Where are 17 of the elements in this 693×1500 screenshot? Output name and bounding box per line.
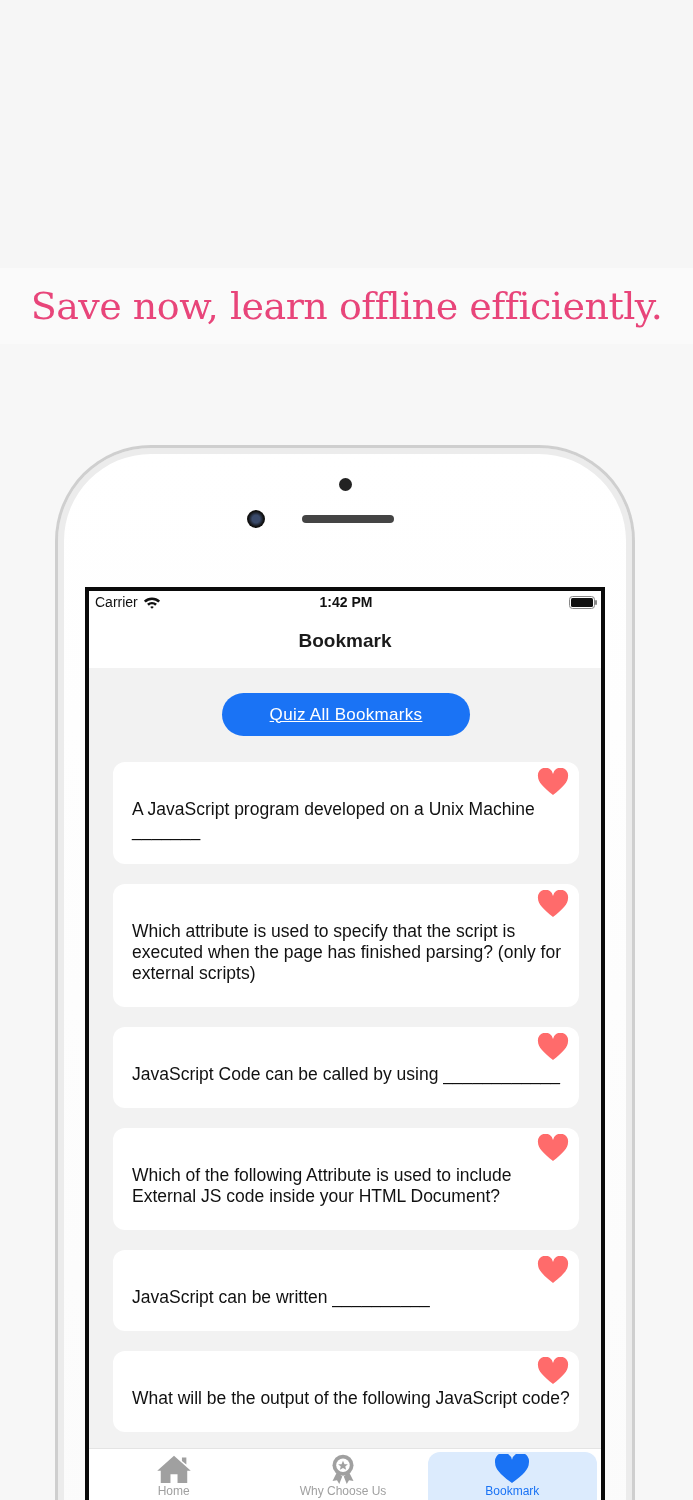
question-card[interactable]: A JavaScript program developed on a Unix Machine _______ [113, 762, 579, 864]
question-text: Which attribute is used to specify that the script is executed when the page has finished parsing? (only for external scripts) [132, 921, 563, 984]
question-text: What will be the output of the following JavaScript code? [132, 1388, 571, 1409]
question-card[interactable]: JavaScript can be written __________ [113, 1250, 579, 1331]
question-card[interactable]: Which of the following Attribute is used to include External JS code inside your HTML Document? [113, 1128, 579, 1230]
question-text: JavaScript can be written __________ [132, 1287, 431, 1308]
tab-item[interactable]: Bookmark [427, 1452, 597, 1500]
question-card[interactable]: What will be the output of the following JavaScript code? [113, 1351, 579, 1432]
quiz-button[interactable]: Quiz All Bookmarks [222, 693, 470, 736]
status-time: 1:42 PM [319, 594, 373, 610]
question-text: JavaScript Code can be called by using ____________ [132, 1064, 562, 1085]
question-text: A JavaScript program developed on a Unix Machine _______ [132, 799, 536, 841]
question-text: Which of the following Attribute is used to include External JS code inside your HTML Document? [132, 1165, 513, 1207]
carrier-label: Carrier [95, 594, 138, 610]
question-card[interactable]: JavaScript Code can be called by using ____________ [113, 1027, 579, 1108]
question-card[interactable]: Which attribute is used to specify that the script is executed when the page has finished parsing? (only for external scripts) [113, 884, 579, 1007]
screen-title: Bookmark [298, 629, 392, 652]
